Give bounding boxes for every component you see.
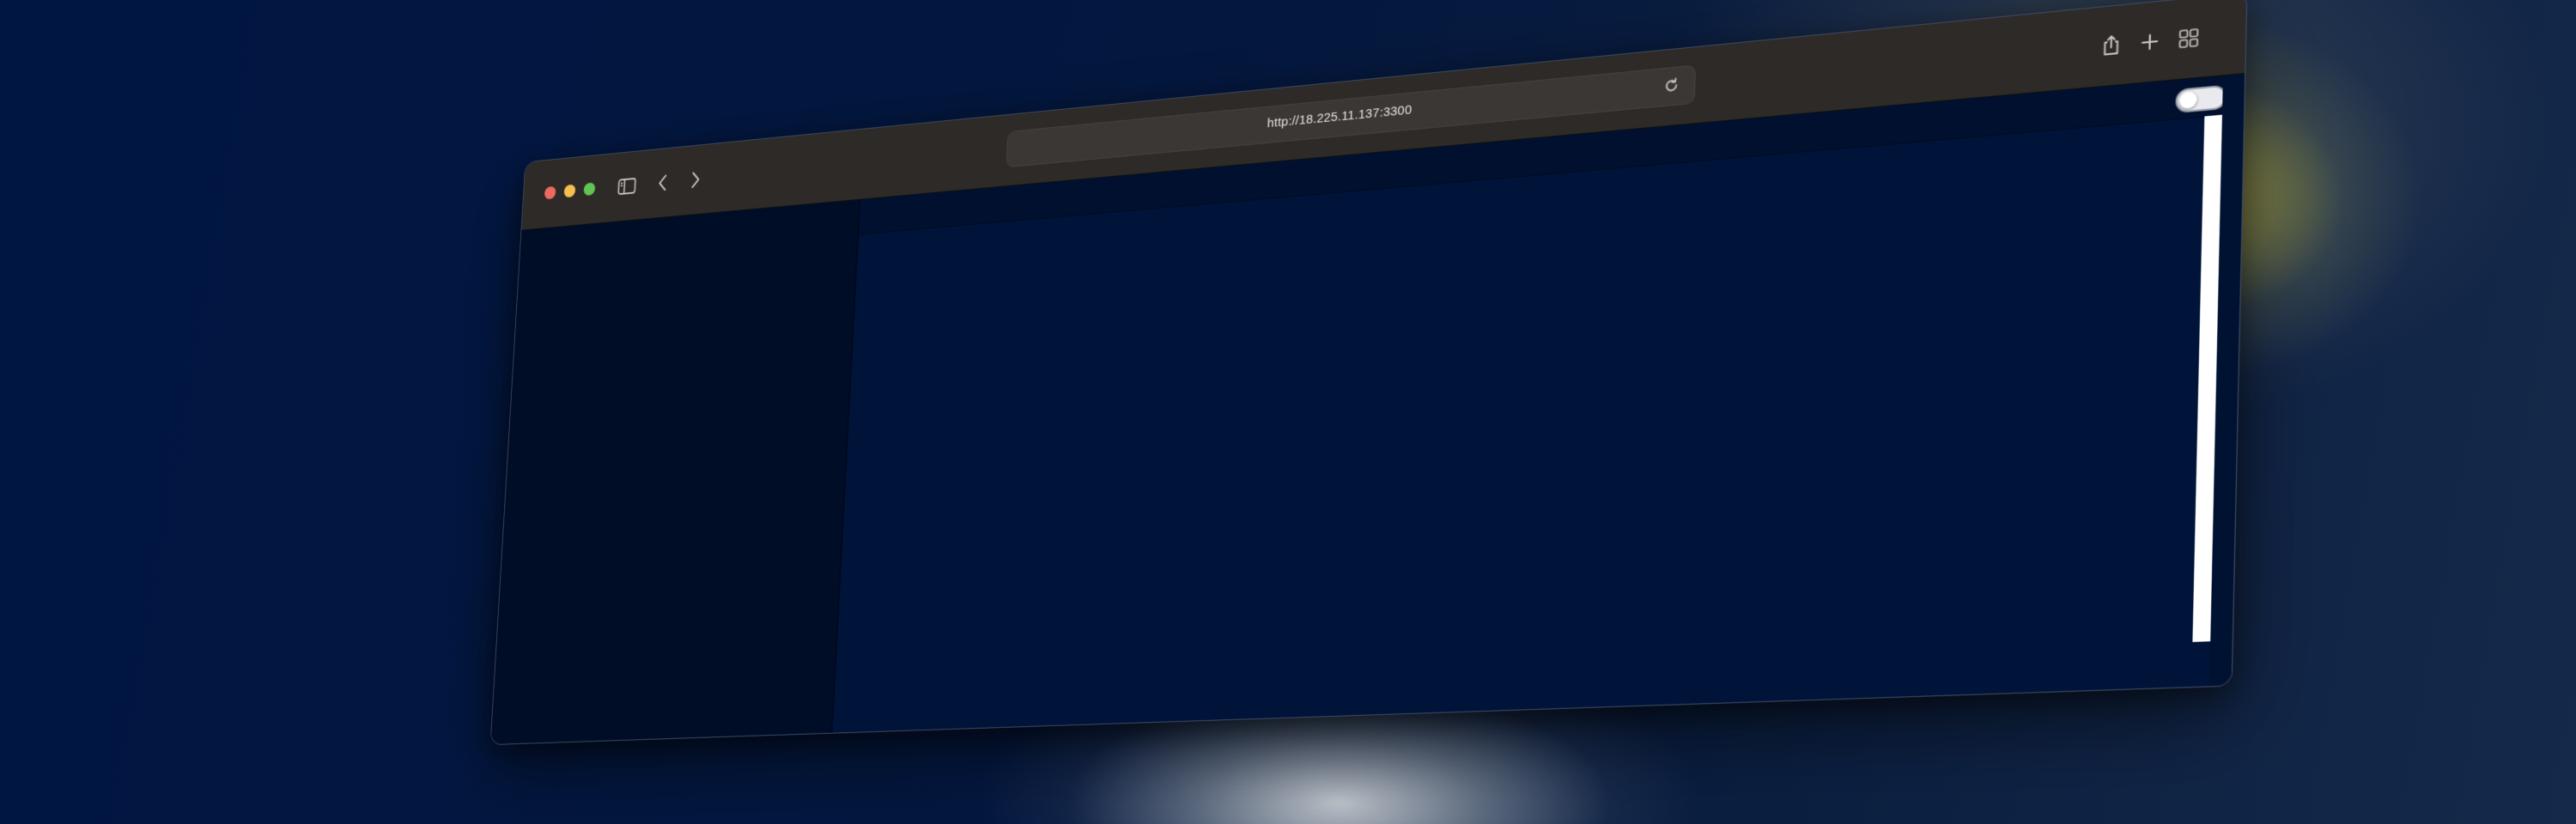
share-button[interactable] [2094,28,2128,63]
left-sidebar [491,200,861,744]
minimize-window-button[interactable] [564,185,576,198]
plus-icon [2140,32,2160,52]
share-icon [2101,33,2121,58]
window-controls [544,182,596,199]
chevron-left-icon [657,173,668,192]
reload-button[interactable] [1662,76,1682,97]
close-window-button[interactable] [544,186,556,200]
maximize-window-button[interactable] [583,182,595,196]
new-tab-button[interactable] [2133,25,2166,59]
forward-button[interactable] [683,165,708,194]
toggle-knob [2179,91,2197,109]
theme-toggle[interactable] [2175,85,2227,113]
back-button[interactable] [650,168,676,197]
tab-overview-button[interactable] [2172,21,2206,55]
browser-window: http://18.225.11.137:3300 [490,0,2248,745]
grid-icon [2178,27,2200,50]
sidebar-icon [617,177,637,196]
desktop-background: http://18.225.11.137:3300 [0,0,2576,824]
reload-icon [1662,76,1680,94]
sidebar-toggle-button[interactable] [614,172,640,201]
chevron-right-icon [690,170,702,190]
